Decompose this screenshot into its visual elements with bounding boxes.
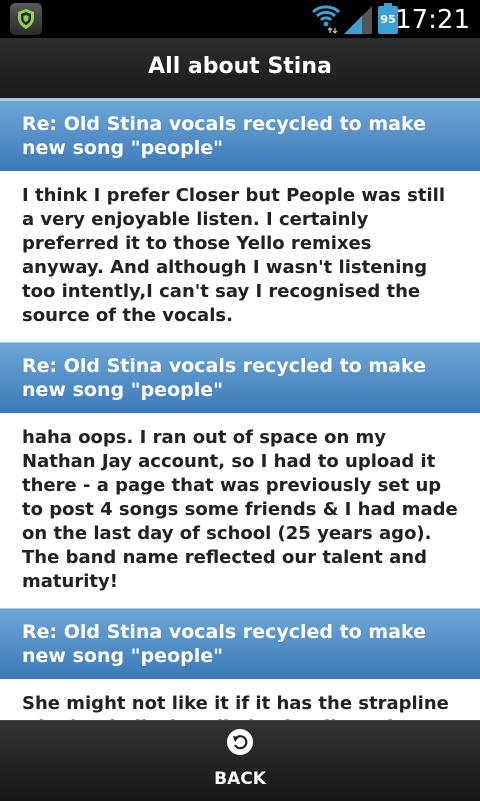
post-body: She might not like it if it has the stra… — [0, 679, 480, 720]
status-bar: 95 17:21 — [0, 0, 480, 38]
signal-icon — [344, 6, 372, 34]
shield-app-icon — [10, 3, 42, 35]
post[interactable]: Re: Old Stina vocals recycled to make ne… — [0, 342, 480, 608]
back-button[interactable]: BACK — [190, 721, 290, 801]
post-body: I think I prefer Closer but People was s… — [0, 171, 480, 342]
post[interactable]: Re: Old Stina vocals recycled to make ne… — [0, 608, 480, 720]
title-bar: All about Stina — [0, 38, 480, 100]
post-body: haha oops. I ran out of space on my Nath… — [0, 413, 480, 608]
thread-list[interactable]: Re: Old Stina vocals recycled to make ne… — [0, 100, 480, 720]
back-arrow-icon — [227, 729, 253, 755]
back-label: BACK — [214, 769, 266, 789]
page-title: All about Stina — [148, 54, 332, 79]
post-title[interactable]: Re: Old Stina vocals recycled to make ne… — [0, 100, 480, 171]
clock: 17:21 — [395, 5, 470, 35]
post-title[interactable]: Re: Old Stina vocals recycled to make ne… — [0, 342, 480, 413]
bottom-bar: BACK — [0, 720, 480, 801]
post-title[interactable]: Re: Old Stina vocals recycled to make ne… — [0, 608, 480, 679]
post[interactable]: Re: Old Stina vocals recycled to make ne… — [0, 100, 480, 342]
wifi-icon — [311, 5, 341, 34]
